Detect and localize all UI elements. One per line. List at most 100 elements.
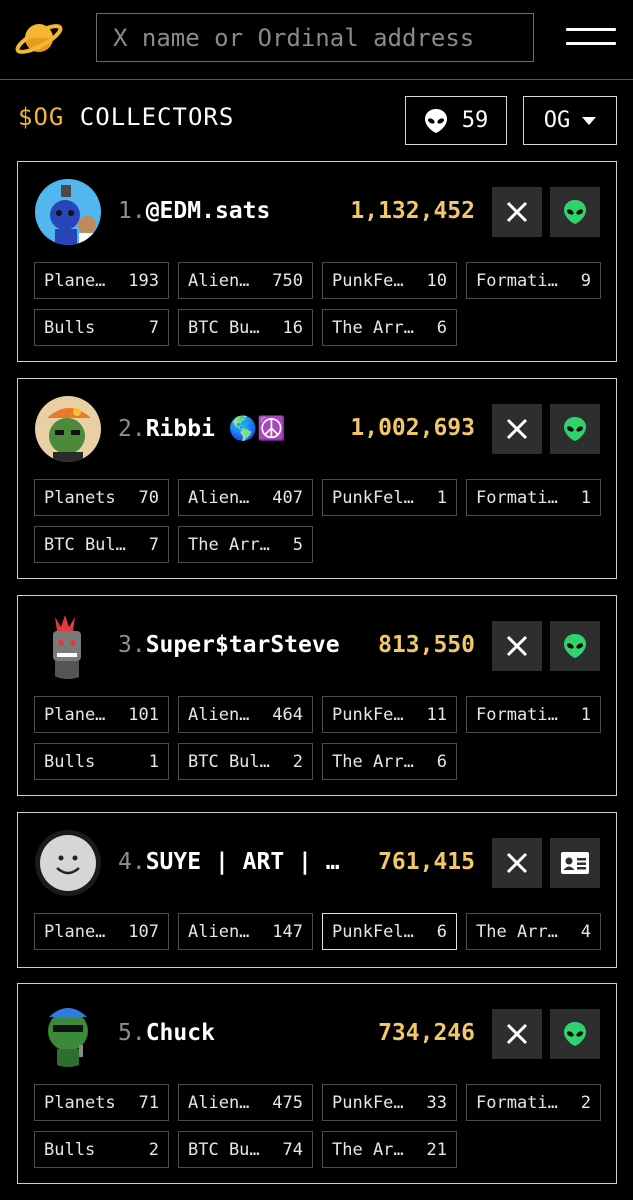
tag-name: PunkFe…	[332, 704, 404, 725]
menu-icon[interactable]	[566, 26, 616, 48]
collection-tag[interactable]: Formati… 1	[466, 696, 601, 733]
collector-name-line[interactable]: 5.Chuck	[118, 1020, 215, 1046]
collection-tag[interactable]: BTC Bu… 74	[178, 1131, 313, 1168]
x-profile-button[interactable]	[492, 404, 542, 454]
x-profile-button[interactable]	[492, 838, 542, 888]
avatar[interactable]	[35, 179, 101, 245]
tag-name: PunkFel…	[332, 487, 414, 508]
collection-tag[interactable]: The Arr… 6	[322, 743, 457, 780]
collector-card: 5.Chuck 734,246 Planets 71 Alien… 475 Punk…	[17, 983, 617, 1184]
x-logo-icon	[506, 852, 528, 874]
collection-tag[interactable]: The Arr… 4	[466, 913, 601, 950]
collection-tag[interactable]: Planets 70	[34, 479, 169, 516]
tag-count: 74	[282, 1139, 303, 1160]
collection-tag[interactable]: Bulls 7	[34, 309, 169, 346]
avatar[interactable]	[35, 613, 101, 679]
collection-tag[interactable]: The Ar… 21	[322, 1131, 457, 1168]
collection-tag[interactable]: Alien… 407	[178, 479, 313, 516]
tag-name: Bulls	[44, 1139, 96, 1160]
x-profile-button[interactable]	[492, 1009, 542, 1059]
collector-name-line[interactable]: 1.@EDM.sats	[118, 198, 270, 224]
alien-profile-button[interactable]	[550, 621, 600, 671]
collection-tag[interactable]: PunkFe… 10	[322, 262, 457, 299]
collection-tag[interactable]: Alien… 464	[178, 696, 313, 733]
tag-name: Formati…	[476, 270, 558, 291]
alien-profile-button[interactable]	[550, 1009, 600, 1059]
avatar[interactable]	[35, 1001, 101, 1067]
tag-name: Alien…	[188, 921, 250, 942]
collector-card: 2.Ribbi 🌎☮️ 1,002,693 Planets 70 Alien… 40…	[17, 378, 617, 579]
collector-name: Super$tarSteve	[145, 632, 340, 658]
collection-tag[interactable]: Formati… 1	[466, 479, 601, 516]
collection-tag[interactable]: Plane… 107	[34, 913, 169, 950]
alien-count-button[interactable]: 59	[405, 96, 507, 145]
rank-label: 3.	[118, 632, 146, 658]
tag-name: Alien…	[188, 270, 250, 291]
avatar[interactable]	[35, 830, 101, 896]
tag-name: Bulls	[44, 317, 96, 338]
collection-tag[interactable]: Plane… 101	[34, 696, 169, 733]
tag-name: Alien…	[188, 1092, 250, 1113]
collector-amount: 813,550	[378, 632, 475, 658]
collector-name: Chuck	[145, 1020, 215, 1046]
collection-tag[interactable]: Planets 71	[34, 1084, 169, 1121]
collection-tag[interactable]: Formati… 9	[466, 262, 601, 299]
collection-tag[interactable]: BTC Bul… 2	[178, 743, 313, 780]
filter-value: OG	[543, 108, 571, 133]
collection-tag[interactable]: Formati… 2	[466, 1084, 601, 1121]
tag-name: The Arr…	[332, 317, 414, 338]
collector-name-line[interactable]: 3.Super$tarSteve	[118, 632, 340, 658]
collection-tag[interactable]: Bulls 2	[34, 1131, 169, 1168]
collection-tag[interactable]: Bulls 1	[34, 743, 169, 780]
collection-tag[interactable]: The Arr… 5	[178, 526, 313, 563]
x-profile-button[interactable]	[492, 187, 542, 237]
tag-name: PunkFe…	[332, 270, 404, 291]
alien-profile-button[interactable]	[550, 187, 600, 237]
tag-count: 2	[148, 1139, 159, 1160]
tag-count: 6	[436, 317, 447, 338]
tag-name: Bulls	[44, 751, 96, 772]
id-card-button[interactable]	[550, 838, 600, 888]
collector-amount: 761,415	[378, 849, 475, 875]
collector-name: SUYE | ART | …	[145, 849, 340, 875]
collection-tag[interactable]: PunkFe… 11	[322, 696, 457, 733]
tag-name: Formati…	[476, 704, 558, 725]
collector-name-line[interactable]: 2.Ribbi 🌎☮️	[118, 415, 286, 442]
x-profile-button[interactable]	[492, 621, 542, 671]
tag-count: 71	[138, 1092, 159, 1113]
collection-tag[interactable]: Alien… 147	[178, 913, 313, 950]
collector-name-line[interactable]: 4.SUYE | ART | …	[118, 849, 340, 875]
collection-tag[interactable]: PunkFel… 1	[322, 479, 457, 516]
collection-tag[interactable]: Alien… 475	[178, 1084, 313, 1121]
avatar[interactable]	[35, 396, 101, 462]
collection-tag[interactable]: Alien… 750	[178, 262, 313, 299]
tag-name: BTC Bul…	[44, 534, 126, 555]
tag-count: 2	[292, 751, 303, 772]
tag-count: 7	[148, 317, 159, 338]
rank-label: 1.	[118, 198, 146, 224]
x-logo-icon	[506, 201, 528, 223]
tag-count: 33	[426, 1092, 447, 1113]
alien-profile-button[interactable]	[550, 404, 600, 454]
collection-tag[interactable]: BTC Bul… 7	[34, 526, 169, 563]
collection-tag[interactable]: The Arr… 6	[322, 309, 457, 346]
id-card-icon	[561, 852, 589, 874]
tag-name: Plane…	[44, 921, 106, 942]
collection-tags: Planets 70 Alien… 407 PunkFel… 1 Formati… 1 …	[34, 479, 601, 563]
tag-count: 2	[580, 1092, 591, 1113]
collection-tag-selected[interactable]: PunkFel… 6	[322, 913, 457, 950]
filter-dropdown[interactable]: OG	[523, 96, 617, 145]
tag-name: The Arr…	[476, 921, 558, 942]
tag-count: 475	[272, 1092, 303, 1113]
collection-tag[interactable]: BTC Bu… 16	[178, 309, 313, 346]
collection-tags: Plane… 101 Alien… 464 PunkFe… 11 Formati… 1 …	[34, 696, 601, 780]
collection-tag[interactable]: PunkFe… 33	[322, 1084, 457, 1121]
tag-count: 16	[282, 317, 303, 338]
x-logo-icon	[506, 418, 528, 440]
planet-logo-icon[interactable]	[14, 16, 66, 60]
tag-name: PunkFel…	[332, 921, 414, 942]
collector-amount: 1,132,452	[350, 198, 475, 224]
collection-tag[interactable]: Plane… 193	[34, 262, 169, 299]
tag-count: 9	[580, 270, 591, 291]
search-input[interactable]	[96, 13, 534, 62]
